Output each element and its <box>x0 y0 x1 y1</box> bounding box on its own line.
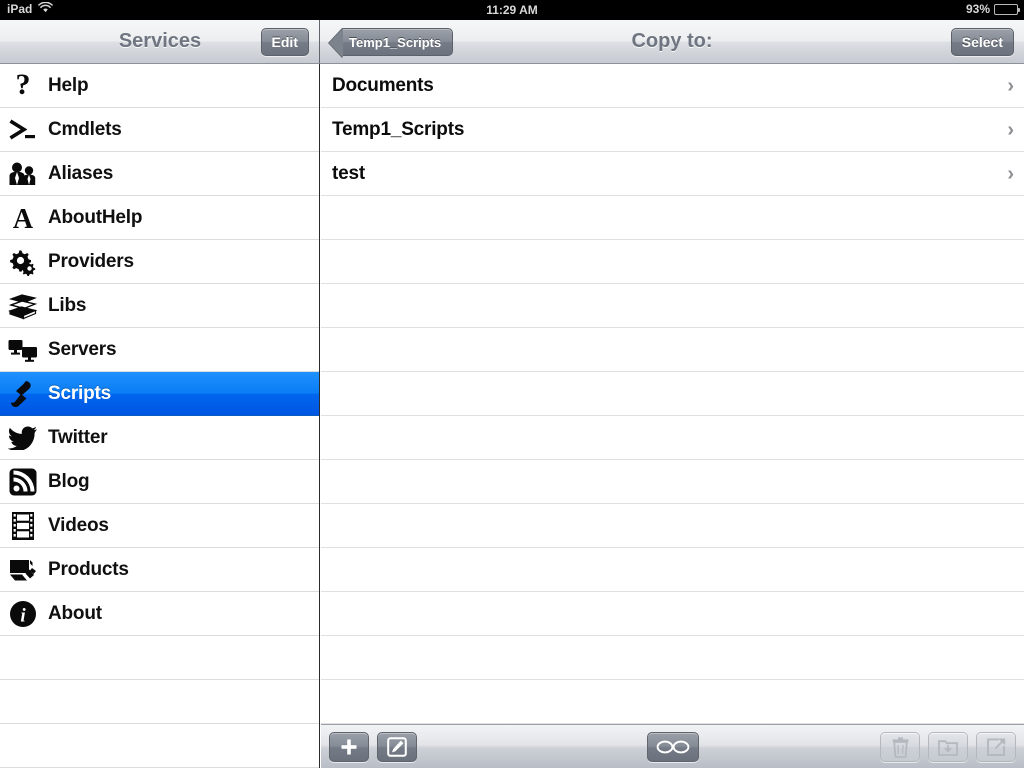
sidebar-item-label: Libs <box>48 294 87 316</box>
sidebar-item-label: Scripts <box>48 382 112 404</box>
sidebar-item-label: Servers <box>48 338 117 360</box>
film-strip-icon <box>6 509 40 543</box>
toolbar-center-group <box>646 732 699 762</box>
select-button[interactable]: Select <box>950 28 1014 56</box>
sidebar-item-twitter[interactable]: Twitter <box>0 416 319 460</box>
sidebar-item-servers[interactable]: Servers <box>0 328 319 372</box>
compose-icon <box>387 737 407 757</box>
chevron-right-icon: › <box>1007 118 1014 141</box>
list-item[interactable]: test › <box>321 152 1024 196</box>
status-bar-right: 93% <box>965 2 1020 16</box>
sidebar-item-label: Products <box>48 558 129 580</box>
folder-down-icon <box>938 737 958 757</box>
script-scroll-icon <box>6 377 40 411</box>
sidebar-item-label: Help <box>48 74 89 96</box>
plus-icon <box>340 738 358 756</box>
list-empty-row <box>321 372 1024 416</box>
sidebar-item-label: Blog <box>48 470 90 492</box>
list-empty-row <box>321 680 1024 724</box>
sidebar-item-help[interactable]: ? Help <box>0 64 319 108</box>
info-circle-icon: i <box>6 597 40 631</box>
sidebar-item-cmdlets[interactable]: Cmdlets <box>0 108 319 152</box>
share-button <box>976 732 1016 762</box>
sidebar-item-aliases[interactable]: Aliases <box>0 152 319 196</box>
compose-button[interactable] <box>377 732 417 762</box>
svg-text:A: A <box>13 204 34 232</box>
sidebar-item-libs[interactable]: Libs <box>0 284 319 328</box>
monitors-icon <box>6 333 40 367</box>
sidebar-item-scripts[interactable]: Scripts <box>0 372 319 416</box>
list-empty-row <box>321 196 1024 240</box>
list-empty-row <box>321 504 1024 548</box>
sidebar-item-label: Aliases <box>48 162 114 184</box>
sidebar-empty-row <box>0 680 319 724</box>
sidebar-item-abouthelp[interactable]: A AboutHelp <box>0 196 319 240</box>
move-button <box>928 732 968 762</box>
list-item-label: test <box>332 162 365 184</box>
products-icon <box>6 553 40 587</box>
detail-title: Copy to: <box>631 30 713 52</box>
list-empty-row <box>321 548 1024 592</box>
list-empty-row <box>321 592 1024 636</box>
sidebar-item-blog[interactable]: Blog <box>0 460 319 504</box>
detail-bottom-toolbar <box>321 724 1024 768</box>
list-empty-row <box>321 636 1024 680</box>
twitter-bird-icon <box>6 421 40 455</box>
view-button[interactable] <box>646 732 699 762</box>
list-empty-row <box>321 240 1024 284</box>
copy-destination-list[interactable]: Documents › Temp1_Scripts › test › <box>321 64 1024 724</box>
gears-icon <box>6 245 40 279</box>
sidebar-item-label: About <box>48 602 102 624</box>
list-item[interactable]: Temp1_Scripts › <box>321 108 1024 152</box>
svg-text:?: ? <box>16 71 31 101</box>
sidebar-item-label: Cmdlets <box>48 118 122 140</box>
list-item-label: Temp1_Scripts <box>332 118 465 140</box>
people-group-icon <box>6 157 40 191</box>
sidebar-item-about[interactable]: i About <box>0 592 319 636</box>
status-bar: iPad 11:29 AM 93% <box>0 0 1024 20</box>
sidebar-item-label: Videos <box>48 514 109 536</box>
list-item-label: Documents <box>332 74 434 96</box>
list-empty-row <box>321 328 1024 372</box>
sidebar-item-providers[interactable]: Providers <box>0 240 319 284</box>
sidebar-navigation-bar: Services Edit <box>0 20 320 64</box>
rss-feed-icon <box>6 465 40 499</box>
command-prompt-icon <box>6 113 40 147</box>
sidebar-item-label: AboutHelp <box>48 206 143 228</box>
list-empty-row <box>321 284 1024 328</box>
svg-text:i: i <box>20 605 26 626</box>
edit-button[interactable]: Edit <box>260 28 309 56</box>
services-sidebar-list[interactable]: ? Help Cmdlets Aliases A AboutHelp Providers Li… <box>0 64 320 768</box>
chevron-right-icon: › <box>1007 74 1014 97</box>
status-bar-clock: 11:29 AM <box>486 3 538 17</box>
app-root: iPad 11:29 AM 93% Services Edit Temp1_Sc… <box>0 0 1024 768</box>
sidebar-item-videos[interactable]: Videos <box>0 504 319 548</box>
sidebar-empty-row <box>0 636 319 680</box>
books-icon <box>6 289 40 323</box>
sidebar-item-products[interactable]: Products <box>0 548 319 592</box>
sidebar-item-label: Providers <box>48 250 134 272</box>
list-item[interactable]: Documents › <box>321 64 1024 108</box>
add-button[interactable] <box>329 732 369 762</box>
battery-icon <box>994 3 1020 15</box>
list-empty-row <box>321 460 1024 504</box>
trash-icon <box>892 736 909 758</box>
sidebar-empty-row <box>0 724 319 768</box>
toolbar-right-group <box>880 732 1016 762</box>
question-mark-icon: ? <box>6 69 40 103</box>
list-empty-row <box>321 416 1024 460</box>
detail-navigation-bar: Temp1_Scripts Copy to: Select <box>320 20 1024 64</box>
battery-percent-label: 93% <box>965 2 990 16</box>
letter-a-icon: A <box>6 201 40 235</box>
share-export-icon <box>986 737 1006 757</box>
eyeglasses-icon <box>656 739 690 755</box>
toolbar-left-group <box>329 732 417 762</box>
sidebar-item-label: Twitter <box>48 426 108 448</box>
delete-button <box>880 732 920 762</box>
chevron-right-icon: › <box>1007 162 1014 185</box>
